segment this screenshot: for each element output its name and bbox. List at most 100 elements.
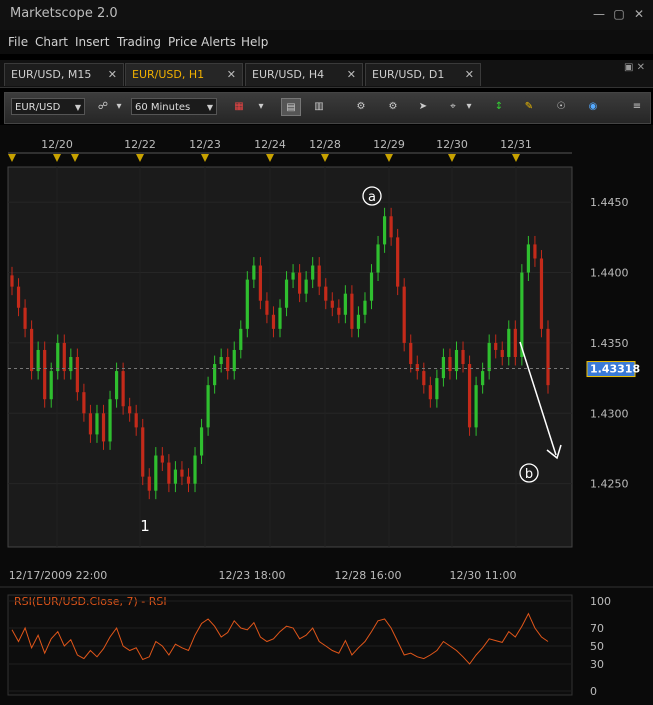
candle-body (101, 413, 106, 442)
candle-body (147, 476, 151, 491)
candle-body (278, 307, 282, 329)
chevron-down-icon[interactable]: ▾ (113, 98, 125, 116)
link-icon[interactable]: ☍ (93, 98, 113, 116)
timeframe-select[interactable]: 60 Minutes ▼ (131, 98, 217, 115)
top-time-label: 12/20 (41, 138, 73, 151)
candle-body (56, 342, 60, 372)
candle-body (356, 314, 361, 329)
candle-body (304, 279, 308, 294)
instrument-select[interactable]: EUR/USD ▼ (11, 98, 85, 115)
candle-body (75, 357, 79, 393)
candle-view-icon[interactable]: ▤ (281, 98, 301, 116)
tab-label: EUR/USD, D1 (372, 68, 445, 81)
candle-body (389, 216, 393, 238)
annotation-label: a (368, 190, 376, 205)
candle-body (461, 349, 465, 365)
bar-view-icon[interactable]: ▥ (309, 98, 329, 116)
tab-eurusd-h1[interactable]: EUR/USD, H1 ✕ (125, 63, 243, 86)
chevron-down-icon: ▼ (206, 103, 213, 112)
tab-close-icon[interactable]: ✕ (347, 68, 356, 81)
menu-insert[interactable]: Insert (75, 35, 109, 49)
candle-body (343, 293, 347, 315)
candle-body (95, 413, 99, 435)
tab-close-icon[interactable]: ✕ (227, 68, 236, 81)
candle-body (311, 265, 315, 280)
chart-window-icons: ▣ ✕ (624, 62, 645, 73)
minimize-icon[interactable]: — (592, 8, 606, 20)
eye-icon[interactable]: ☉ (551, 98, 571, 116)
candle-body (271, 314, 276, 329)
candle-body (167, 462, 171, 484)
tab-label: EUR/USD, H1 (132, 68, 205, 81)
top-time-label: 12/31 (500, 138, 532, 151)
tab-eurusd-h4[interactable]: EUR/USD, H4 ✕ (245, 63, 363, 86)
menu-trading[interactable]: Trading (117, 35, 161, 49)
chart-area[interactable]: 12/20 12/22 12/23 12/24 12/28 12/29 12/3… (0, 125, 653, 705)
candle-body (108, 399, 112, 442)
tab-label: EUR/USD, M15 (11, 68, 92, 81)
candle-body (422, 371, 426, 386)
bottom-time-label: 12/30 11:00 (450, 569, 517, 582)
candle-body (232, 349, 236, 372)
crosshair-icon[interactable]: ⌖ (443, 98, 463, 116)
rsi-tick: 100 (590, 595, 611, 608)
window-title: Marketscope 2.0 (10, 6, 118, 21)
candle-body (128, 406, 132, 414)
chevron-down-icon[interactable]: ▾ (255, 98, 267, 116)
candle-body (474, 385, 478, 428)
candle-body (154, 455, 158, 491)
note-icon[interactable]: ✎ (519, 98, 539, 116)
zoom-in-icon[interactable]: ⚙ (351, 98, 371, 116)
globe-icon[interactable]: ◉ (583, 98, 603, 116)
candle-body (43, 349, 47, 400)
price-tick: 1.4450 (590, 196, 629, 209)
rsi-plot-area (7, 594, 573, 696)
candle-body (173, 469, 178, 484)
candle-body (481, 371, 485, 386)
chevron-down-icon[interactable]: ▾ (463, 98, 475, 116)
zoom-out-icon[interactable]: ⚙ (383, 98, 403, 116)
tab-eurusd-m15[interactable]: EUR/USD, M15 ✕ (4, 63, 124, 86)
timeframe-value: 60 Minutes (135, 102, 191, 113)
chart-type-icon[interactable]: ▦ (229, 98, 249, 116)
candle-body (141, 427, 145, 477)
candle-body (291, 272, 295, 280)
candle-body (546, 328, 550, 386)
menu-chart[interactable]: Chart (35, 35, 68, 49)
cursor-icon[interactable]: ➤ (413, 98, 433, 116)
close-icon[interactable]: ✕ (632, 8, 646, 20)
candle-body (350, 293, 354, 329)
tab-close-icon[interactable]: ✕ (465, 68, 474, 81)
instrument-value: EUR/USD (15, 102, 61, 113)
menu-price-alerts[interactable]: Price Alerts (168, 35, 236, 49)
candle-body (206, 385, 210, 428)
candle-body (428, 385, 432, 400)
tab-close-icon[interactable]: ✕ (108, 68, 117, 81)
top-time-label: 12/28 (309, 138, 341, 151)
options-icon[interactable]: ≡ (627, 98, 647, 116)
chart-tab-bar: EUR/USD, M15 ✕ EUR/USD, H1 ✕ EUR/USD, H4… (0, 60, 653, 88)
candle-body (219, 357, 223, 365)
candle-body (199, 427, 204, 456)
candle-body (324, 286, 328, 301)
menu-help[interactable]: Help (241, 35, 268, 49)
candle-body (49, 371, 53, 400)
candle-body (402, 286, 406, 343)
rsi-tick: 70 (590, 622, 604, 635)
candle-body (330, 300, 334, 308)
candle-body (186, 476, 191, 484)
restore-icon[interactable]: ▢ (612, 8, 626, 20)
candle-body (363, 300, 367, 315)
close-chart-icon[interactable]: ✕ (637, 62, 645, 73)
menu-file[interactable]: File (8, 35, 28, 49)
restore-chart-icon[interactable]: ▣ (624, 62, 633, 73)
bottom-time-label: 12/23 18:00 (219, 569, 286, 582)
indicator-icon[interactable]: ↕ (489, 98, 509, 116)
candle-body (134, 413, 138, 428)
top-time-label: 12/23 (189, 138, 221, 151)
tab-eurusd-d1[interactable]: EUR/USD, D1 ✕ (365, 63, 481, 86)
candle-body (382, 216, 387, 245)
candle-body (160, 455, 164, 463)
candle-body (513, 328, 517, 357)
candle-body (252, 265, 256, 280)
